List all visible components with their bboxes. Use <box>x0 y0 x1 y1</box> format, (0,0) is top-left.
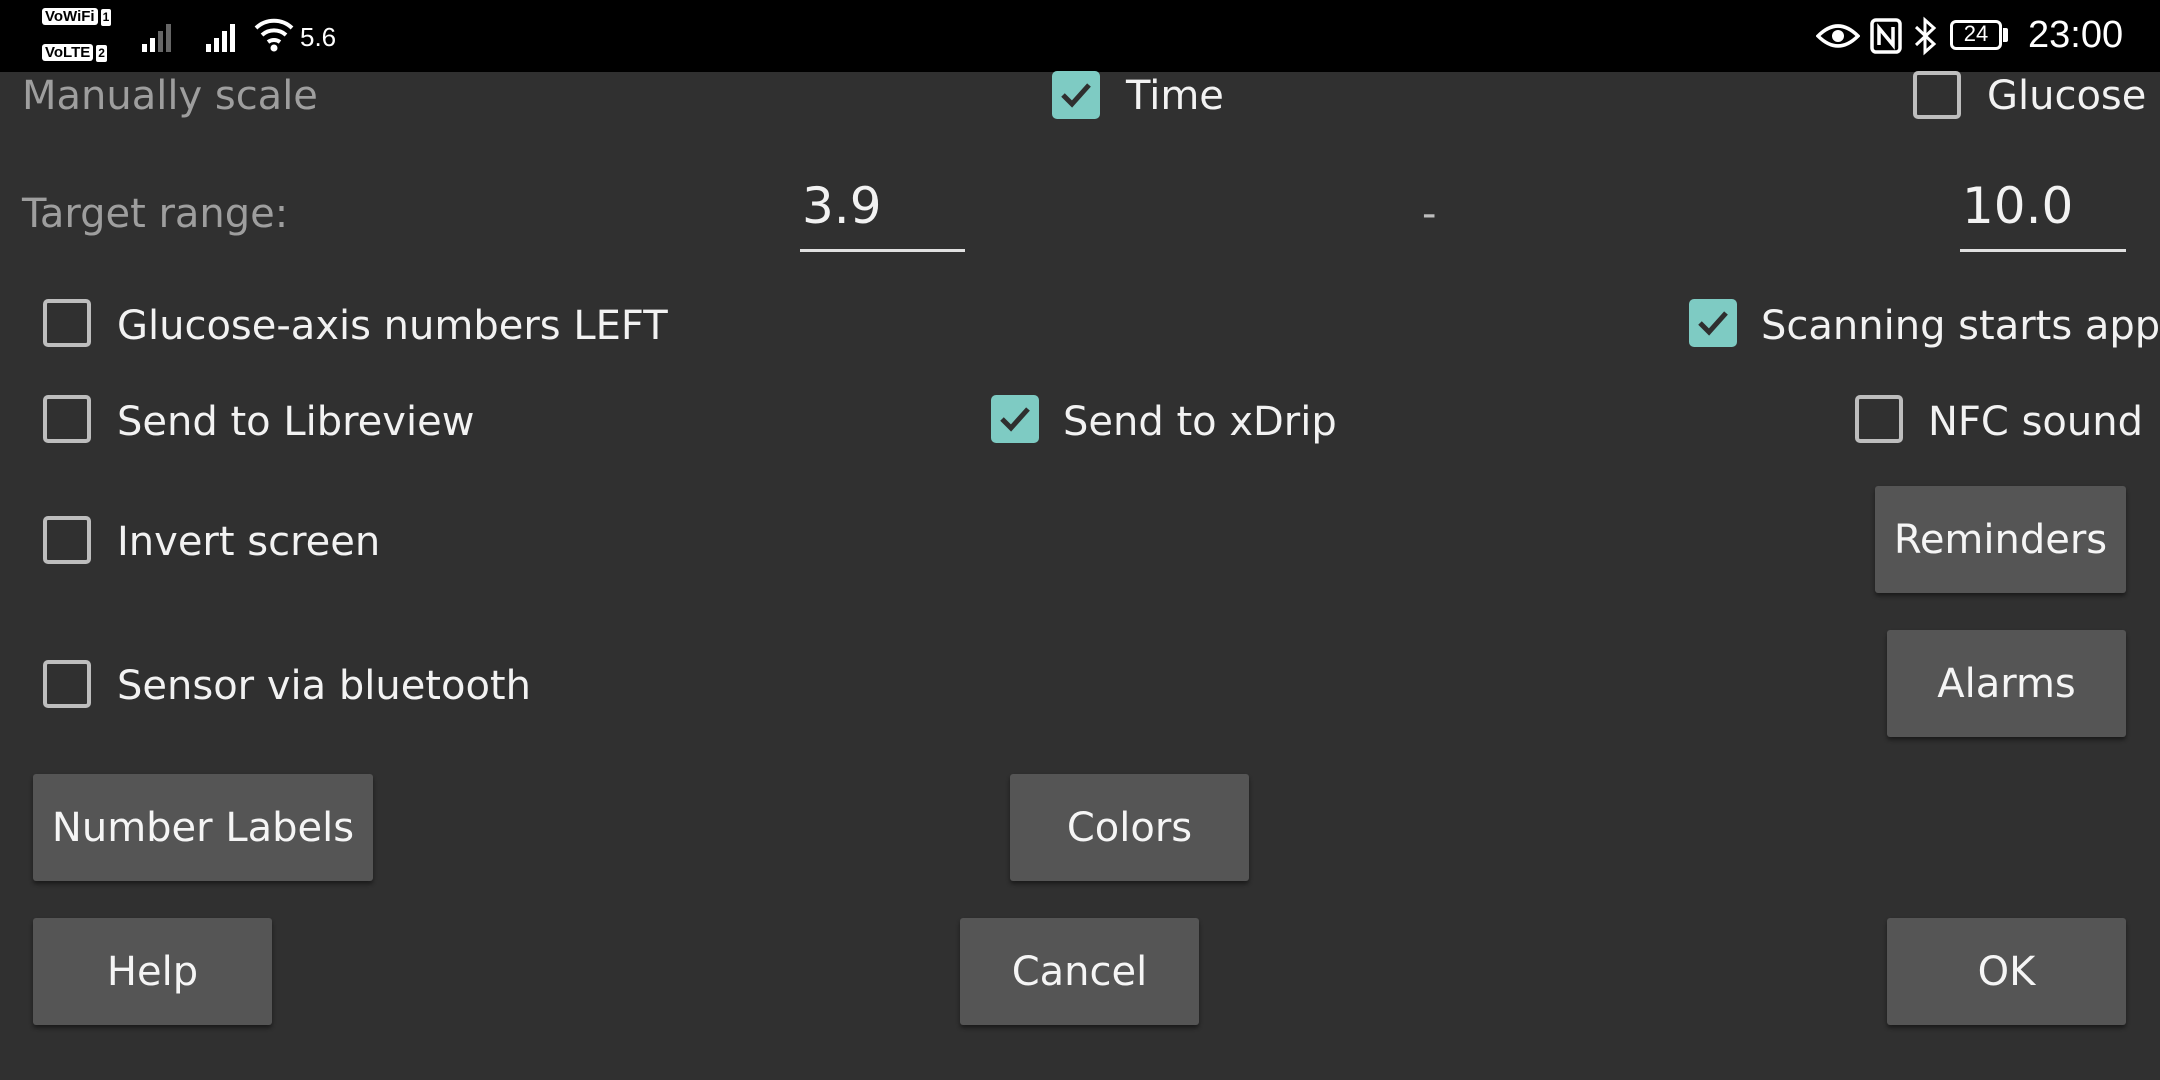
number-labels-button[interactable]: Number Labels <box>33 774 373 881</box>
clock: 23:00 <box>2028 14 2124 56</box>
target-range-low-input[interactable]: 3.9 <box>800 176 965 252</box>
nfc-icon <box>1870 18 1902 54</box>
volte-label: VoLTE <box>42 44 94 61</box>
signal-strength-icon <box>142 20 178 52</box>
help-button[interactable]: Help <box>33 918 272 1025</box>
target-range-separator: - <box>1422 191 1437 237</box>
send-to-xdrip-label: Send to xDrip <box>1063 399 1337 445</box>
nfc-sound-checkbox[interactable] <box>1855 395 1903 443</box>
time-scale-label: Time <box>1126 73 1224 119</box>
signal-strength-icon <box>206 20 242 52</box>
invert-screen-label: Invert screen <box>117 519 381 565</box>
checkmark-icon <box>1000 407 1030 432</box>
nfc-sound-label: NFC sound <box>1928 399 2143 445</box>
sensor-via-bluetooth-checkbox[interactable] <box>43 660 91 708</box>
battery-level: 24 <box>1963 21 1989 46</box>
glucose-axis-left-label: Glucose-axis numbers LEFT <box>117 303 668 349</box>
eye-icon <box>1816 24 1860 48</box>
status-bar: VoWiFi 1 VoLTE 2 5.6 24 23:00 <box>0 0 2160 72</box>
target-range-label: Target range: <box>22 191 289 237</box>
alarms-button[interactable]: Alarms <box>1887 630 2126 737</box>
ok-button[interactable]: OK <box>1887 918 2126 1025</box>
scanning-starts-app-checkbox[interactable] <box>1689 299 1737 347</box>
data-speed-text: 5.6 <box>300 22 337 52</box>
scanning-starts-app-label: Scanning starts app <box>1761 303 2160 349</box>
volte-sim-number: 2 <box>96 45 107 62</box>
cancel-button[interactable]: Cancel <box>960 918 1199 1025</box>
glucose-axis-left-checkbox[interactable] <box>43 299 91 347</box>
wifi-icon <box>254 18 294 52</box>
vowifi-label: VoWiFi <box>42 8 98 25</box>
send-to-libreview-checkbox[interactable] <box>43 395 91 443</box>
bluetooth-icon <box>1914 16 1937 56</box>
vowifi-indicator: VoWiFi 1 <box>42 8 112 26</box>
colors-button[interactable]: Colors <box>1010 774 1249 881</box>
checkmark-icon <box>1061 83 1091 108</box>
invert-screen-checkbox[interactable] <box>43 516 91 564</box>
reminders-button[interactable]: Reminders <box>1875 486 2126 593</box>
battery-tip <box>2003 28 2008 42</box>
vowifi-sim-number: 1 <box>100 9 112 26</box>
manually-scale-label: Manually scale <box>22 73 318 119</box>
glucose-scale-label: Glucose <box>1987 73 2147 119</box>
send-to-xdrip-checkbox[interactable] <box>991 395 1039 443</box>
send-to-libreview-label: Send to Libreview <box>117 399 475 445</box>
glucose-scale-checkbox[interactable] <box>1913 71 1961 119</box>
target-range-high-input[interactable]: 10.0 <box>1960 176 2126 252</box>
checkmark-icon <box>1698 311 1728 336</box>
sensor-via-bluetooth-label: Sensor via bluetooth <box>117 663 531 709</box>
time-scale-checkbox[interactable] <box>1052 71 1100 119</box>
battery-icon: 24 <box>1950 20 2002 50</box>
volte-indicator: VoLTE 2 <box>42 44 107 62</box>
